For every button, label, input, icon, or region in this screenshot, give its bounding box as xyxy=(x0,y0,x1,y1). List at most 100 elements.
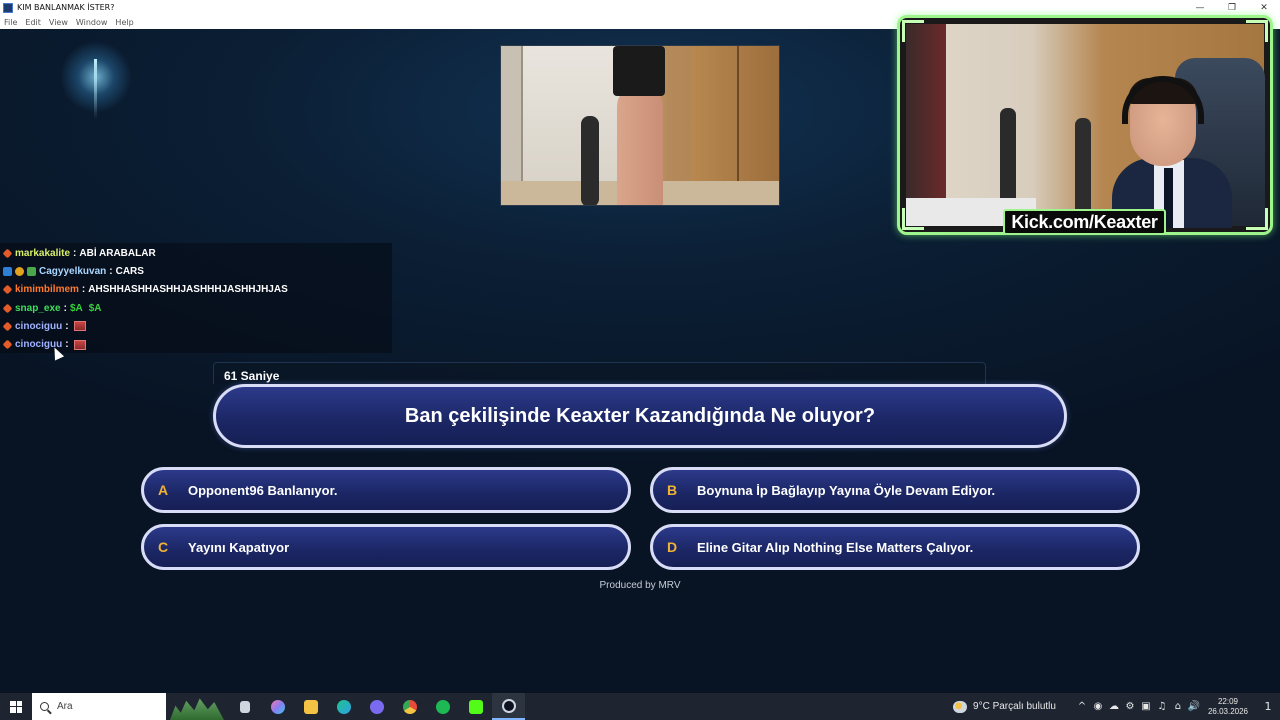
search-icon xyxy=(40,702,49,711)
taskbar-search[interactable]: Ara xyxy=(32,693,166,720)
network-icon[interactable]: ⌂ xyxy=(1170,701,1186,712)
answer-text: Opponent96 Banlanıyor. xyxy=(188,482,338,498)
clock-time: 22:09 xyxy=(1217,696,1238,706)
answer-c-button[interactable]: C Yayını Kapatıyor xyxy=(141,524,631,570)
volume-icon[interactable]: 🔊 xyxy=(1186,701,1202,712)
chat-message: cinociguu : xyxy=(0,317,392,335)
kick-badge-icon xyxy=(27,266,36,276)
kick-app-icon xyxy=(468,699,483,714)
webcam-shelf xyxy=(906,24,946,226)
chat-emote-icon xyxy=(73,321,86,332)
menu-view[interactable]: View xyxy=(49,18,68,27)
question-box: Ban çekilişinde Keaxter Kazandığında Ne … xyxy=(213,384,1067,448)
close-button[interactable]: ✕ xyxy=(1248,0,1280,15)
start-button[interactable] xyxy=(0,693,32,720)
credit-text: Produced by MRV xyxy=(599,580,681,591)
chat-message: kimimbilmem : AHSHHASHHASHHJASHHHJASHHJH… xyxy=(0,281,392,299)
cam-guitar xyxy=(581,116,599,205)
menu-edit[interactable]: Edit xyxy=(25,18,41,27)
answer-text: Boynuna İp Bağlayıp Yayına Öyle Devam Ed… xyxy=(697,482,996,498)
onedrive-icon[interactable]: ☁ xyxy=(1106,701,1122,712)
minimize-button[interactable]: — xyxy=(1184,0,1216,15)
task-view-button[interactable] xyxy=(228,693,261,720)
answer-text: Eline Gitar Alıp Nothing Else Matters Ça… xyxy=(697,539,974,555)
search-placeholder: Ara xyxy=(57,701,73,712)
edge-icon xyxy=(336,699,351,714)
window-titlebar: KIM BANLANMAK İSTER? — ❐ ✕ xyxy=(0,0,1280,15)
chat-username: kimimbilmem xyxy=(15,284,79,296)
menu-help[interactable]: Help xyxy=(115,18,133,27)
fire-badge-icon xyxy=(2,321,13,332)
chat-separator: : xyxy=(65,320,69,332)
discord-button[interactable] xyxy=(360,693,393,720)
tray-app-icon[interactable]: ◉ xyxy=(1090,701,1106,712)
chat-username: Cagyyelkuvan xyxy=(39,265,107,277)
timer-label: 61 Saniye xyxy=(224,369,280,383)
sub-badge-icon xyxy=(3,266,12,276)
chat-separator: : xyxy=(65,339,69,351)
chat-text: ABİ ARABALAR xyxy=(79,247,156,259)
clock-date: 26.03.2026 xyxy=(1207,706,1248,716)
answer-letter: D xyxy=(667,539,678,555)
chrome-icon xyxy=(402,699,417,714)
chat-username: cinociguu xyxy=(15,320,63,332)
fire-badge-icon xyxy=(2,284,13,295)
obs-button[interactable] xyxy=(492,693,525,720)
menu-file[interactable]: File xyxy=(4,18,17,27)
frame-corner xyxy=(902,20,924,42)
kick-app-button[interactable] xyxy=(459,693,492,720)
chat-text: AHSHHASHHASHHJASHHHJASHHJHJAS xyxy=(88,284,288,296)
gift-badge-icon xyxy=(15,266,24,276)
maximize-button[interactable]: ❐ xyxy=(1216,0,1248,15)
chat-separator: : xyxy=(81,284,86,296)
answer-d-button[interactable]: D Eline Gitar Alıp Nothing Else Matters … xyxy=(650,524,1140,570)
chat-emote-icon xyxy=(73,339,86,350)
app-icon xyxy=(3,2,13,13)
chat-emote-text: $A xyxy=(69,302,83,314)
room-camera-feed xyxy=(500,45,780,206)
answer-b-button[interactable]: B Boynuna İp Bağlayıp Yayına Öyle Devam … xyxy=(650,467,1140,513)
window-title: KIM BANLANMAK İSTER? xyxy=(17,3,115,12)
file-explorer-button[interactable] xyxy=(294,693,327,720)
taskbar-apps xyxy=(228,693,525,720)
weather-text[interactable]: 9°C Parçalı bulutlu xyxy=(973,701,1056,712)
frame-corner xyxy=(902,208,924,230)
settings-icon[interactable]: ⚙ xyxy=(1122,701,1138,712)
task-view-icon xyxy=(239,700,250,713)
channel-label: Kick.com/Keaxter xyxy=(1003,209,1166,235)
chat-message: Cagyyelkuvan : CARS xyxy=(0,262,392,280)
spotify-button[interactable] xyxy=(426,693,459,720)
frame-corner xyxy=(1246,208,1268,230)
question-text: Ban çekilişinde Keaxter Kazandığında Ne … xyxy=(404,404,876,427)
chat-message: markakalite : ABİ ARABALAR xyxy=(0,244,392,262)
file-explorer-icon xyxy=(303,699,318,714)
discord-icon xyxy=(369,699,384,714)
chat-overlay: markakalite : ABİ ARABALAR Cagyyelkuvan … xyxy=(0,243,392,353)
frame-corner xyxy=(1246,20,1268,42)
spotify-icon xyxy=(435,699,450,714)
chat-separator: : xyxy=(109,265,113,277)
stream-stage: Kick.com/Keaxter markakalite : ABİ ARABA… xyxy=(0,15,1280,693)
menu-window[interactable]: Window xyxy=(76,18,108,27)
answer-text: Yayını Kapatıyor xyxy=(188,539,290,555)
chat-separator: : xyxy=(63,302,67,314)
tray-app-icon[interactable]: ▣ xyxy=(1138,701,1154,712)
cam-person-handstand xyxy=(617,86,663,205)
chat-username: snap_exe xyxy=(15,302,61,314)
edge-button[interactable] xyxy=(327,693,360,720)
copilot-button[interactable] xyxy=(261,693,294,720)
answer-letter: C xyxy=(158,539,169,555)
notification-icon[interactable]: 1 xyxy=(1256,700,1280,713)
answer-a-button[interactable]: A Opponent96 Banlanıyor. xyxy=(141,467,631,513)
windows-icon xyxy=(10,700,22,713)
answer-letter: A xyxy=(158,482,169,498)
microphone-icon[interactable]: ♫ xyxy=(1154,701,1170,712)
system-tray: 9°C Parçalı bulutlu ^ ◉ ☁ ⚙ ▣ ♫ ⌂ 🔊 22:0… xyxy=(953,693,1280,720)
fire-badge-icon xyxy=(2,303,13,313)
cam-person-shorts xyxy=(613,46,665,96)
chat-emote-text: $A xyxy=(88,302,102,314)
tray-overflow-icon[interactable]: ^ xyxy=(1074,701,1090,712)
chrome-button[interactable] xyxy=(393,693,426,720)
clock[interactable]: 22:09 26.03.2026 xyxy=(1208,697,1248,717)
fire-badge-icon xyxy=(2,248,13,259)
